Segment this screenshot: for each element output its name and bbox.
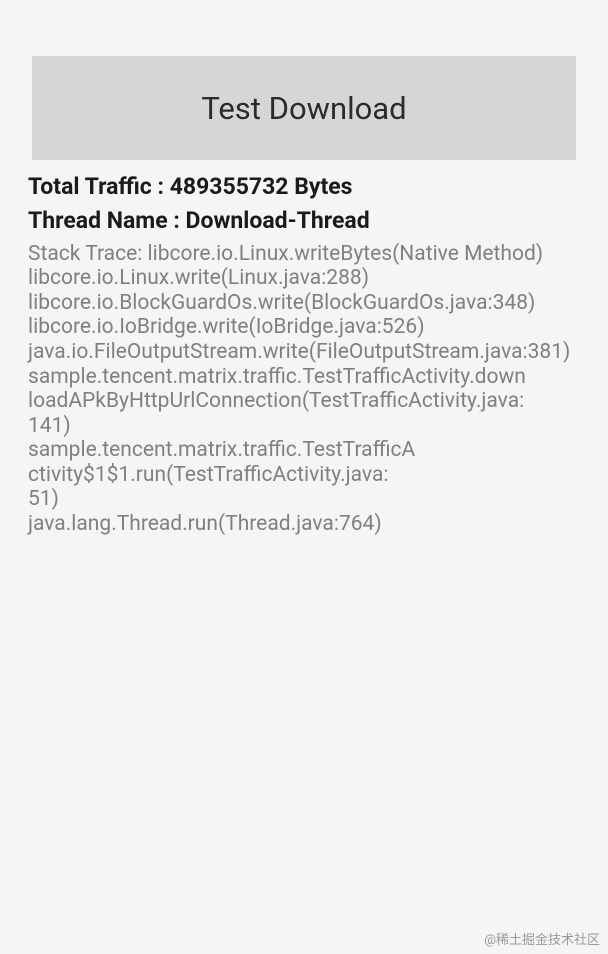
thread-label: Thread Name : [28,207,186,234]
test-download-button[interactable]: Test Download [32,56,576,160]
content-area: Total Traffic : 489355732 Bytes Thread N… [0,160,608,537]
traffic-label: Total Traffic : [28,173,170,200]
stack-trace-text: Stack Trace: libcore.io.Linux.writeBytes… [28,242,580,537]
thread-value: Download-Thread [186,207,370,234]
button-container: Test Download [0,0,608,160]
traffic-value: 489355732 [170,173,289,200]
total-traffic-line: Total Traffic : 489355732 Bytes [28,172,580,202]
thread-name-line: Thread Name : Download-Thread [28,206,580,236]
watermark: @稀土掘金技术社区 [484,929,600,948]
traffic-unit: Bytes [288,173,352,200]
